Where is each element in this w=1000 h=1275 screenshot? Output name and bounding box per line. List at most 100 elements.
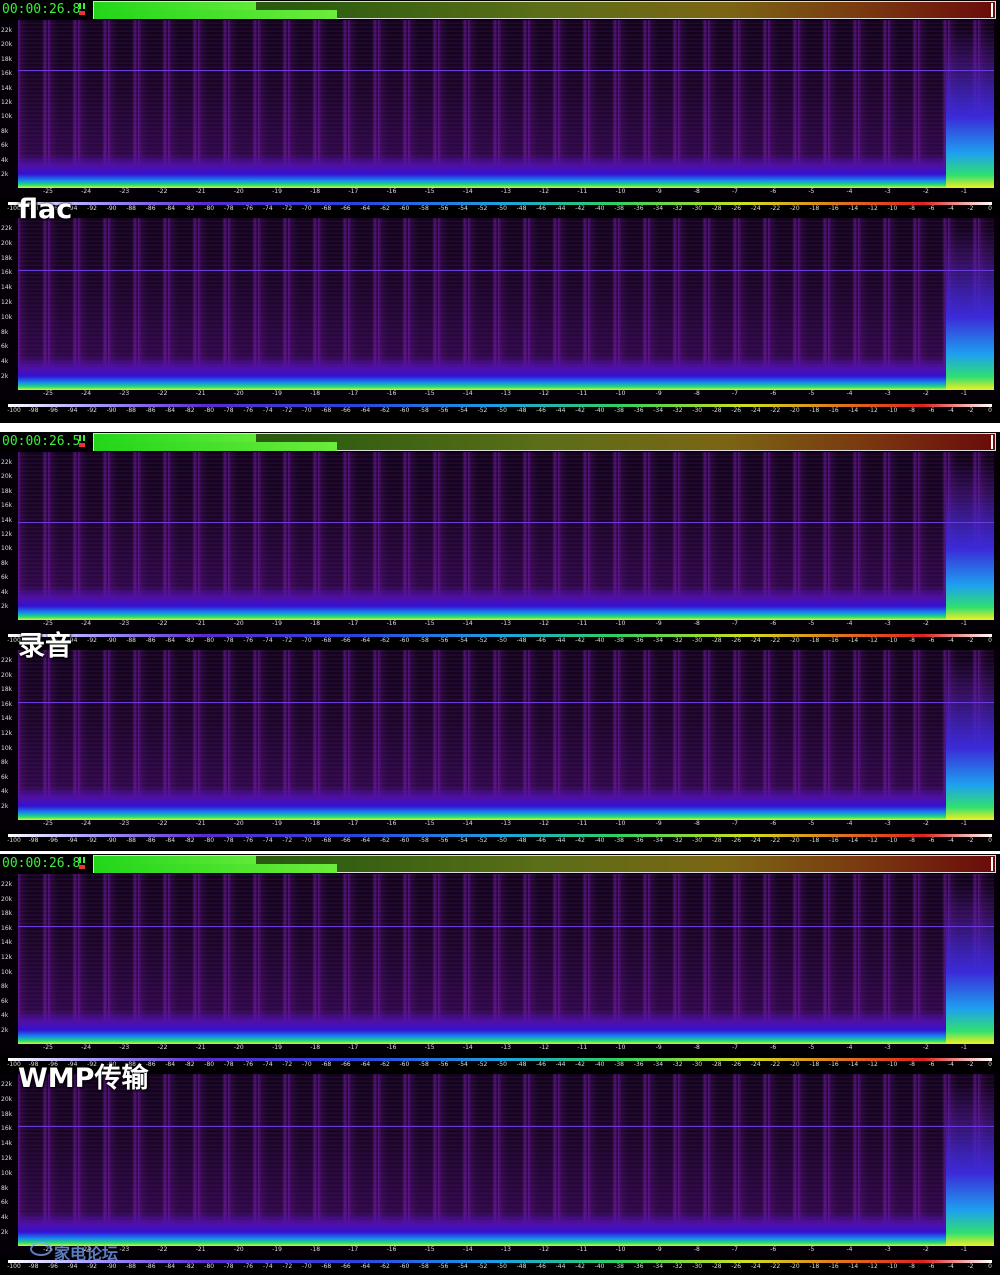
spectrogram-area[interactable] [18, 650, 994, 820]
db-scale: -100 -98 -96 -94 -92 -90 -88 -86 -84 -82 -80 -78 -76… [0, 832, 1000, 846]
db-tick-label: -66 [340, 637, 351, 644]
db-tick-label: -76 [243, 1263, 254, 1270]
time-tick-label: -18 [310, 820, 321, 827]
spectrogram-left[interactable]: 22k 20k 18k 16k 14k 12k 10k 8k 6k 4k 2k -25 -24 -23-… [0, 452, 1000, 630]
spectrogram-area[interactable] [18, 20, 994, 188]
spectrogram-area[interactable] [18, 452, 994, 620]
db-tick-label: -52 [477, 837, 488, 844]
frequency-tick-label: 2k [1, 803, 9, 810]
db-tick-label: -10 [887, 837, 898, 844]
db-tick-label: -12 [867, 1061, 878, 1068]
db-tick-label: -30 [692, 1263, 703, 1270]
db-tick-label: -10 [887, 205, 898, 212]
db-tick-label: -86 [145, 205, 156, 212]
spectrogram-area[interactable] [18, 218, 994, 390]
db-tick-label: -74 [262, 407, 273, 414]
db-tick-label: 0 [988, 1061, 992, 1068]
db-tick-label: -88 [126, 637, 137, 644]
db-tick-label: -16 [828, 407, 839, 414]
db-tick-label: -36 [633, 1061, 644, 1068]
time-tick-label: -10 [615, 390, 626, 397]
db-tick-label: -60 [399, 637, 410, 644]
time-tick-label: -24 [81, 620, 92, 627]
db-tick-label: -68 [321, 637, 332, 644]
db-tick-label: -2 [967, 837, 974, 844]
db-tick-label: -22 [770, 837, 781, 844]
spectrogram-right[interactable]: 22k 20k 18k 16k 14k 12k 10k 8k 6k 4k 2k -25 -24 -23-… [0, 218, 1000, 400]
time-tick-label: -8 [693, 390, 700, 397]
db-tick-label: -20 [789, 407, 800, 414]
db-tick-label: 0 [988, 205, 992, 212]
spectrogram-right[interactable]: 22k 20k 18k 16k 14k 12k 10k 8k 6k 4k 2k -25 -24 -23-… [0, 650, 1000, 830]
analyzer-group-2: 00:00:26.5 22k 20k 18k 16k 14k 12k 10k 8k 6k 4k 2k… [0, 432, 1000, 851]
db-tick-label: -62 [379, 1061, 390, 1068]
db-tick-label: -24 [750, 205, 761, 212]
db-tick-label: -82 [184, 1263, 195, 1270]
caption-label: WMP传输 [18, 1063, 149, 1094]
db-tick-label: -54 [458, 1263, 468, 1270]
db-tick-label: -42 [575, 1263, 585, 1270]
db-tick-label: -84 [165, 205, 176, 212]
db-tick-label: -74 [262, 837, 273, 844]
db-tick-label: -40 [594, 205, 605, 212]
db-tick-label: -54 [458, 205, 468, 212]
db-tick-label: -26 [731, 205, 742, 212]
meter-peak [94, 2, 257, 10]
db-tick-label: -38 [614, 637, 625, 644]
db-tick-label: -10 [887, 1263, 898, 1270]
frequency-tick-label: 4k [1, 1214, 9, 1222]
cutoff-line [18, 522, 994, 523]
db-tick-label: 0 [988, 637, 992, 644]
db-tick-label: -64 [360, 837, 371, 844]
spectrogram-left[interactable]: 22k 20k 18k 16k 14k 12k 10k 8k 6k 4k 2k -25 -24 -23-… [0, 20, 1000, 198]
db-tick-label: -40 [594, 837, 605, 844]
spectrogram-burst [946, 462, 994, 620]
db-tick-label: -52 [477, 407, 488, 414]
time-tick-label: -20 [233, 1044, 244, 1051]
time-tick-label: -9 [655, 1246, 662, 1253]
pause-icon[interactable] [79, 857, 87, 869]
time-display: 00:00:26.8 [0, 854, 88, 874]
db-tick-label: -66 [340, 1061, 351, 1068]
spectrogram-area[interactable] [18, 874, 994, 1044]
db-tick-label: -82 [184, 407, 195, 414]
time-tick-label: -21 [195, 820, 206, 827]
db-tick-label: -32 [672, 1263, 683, 1270]
time-tick-label: -14 [462, 820, 473, 827]
db-tick-label: -34 [653, 637, 664, 644]
time-tick-label: -5 [808, 820, 815, 827]
time-tick-label: -21 [195, 390, 206, 397]
time-tick-label: -22 [157, 620, 168, 627]
spectrogram-left[interactable]: 22k 20k 18k 16k 14k 12k 10k 8k 6k 4k 2k -25 -24 -23-… [0, 874, 1000, 1054]
db-tick-label: -16 [828, 1061, 839, 1068]
db-tick-label: -16 [828, 1263, 839, 1270]
db-tick-label: -58 [419, 1061, 429, 1068]
spectrogram-area[interactable] [18, 1074, 994, 1246]
db-tick-label: -66 [340, 407, 351, 414]
db-tick-label: -44 [555, 1263, 566, 1270]
db-tick-label: -98 [28, 407, 39, 414]
spectrogram-right[interactable]: 22k 20k 18k 16k 14k 12k 10k 8k 6k 4k 2k -25 -24 -23-… [0, 1074, 1000, 1256]
db-tick-label: -4 [947, 837, 954, 844]
frequency-tick-label: 14k [1, 84, 13, 92]
pause-icon[interactable] [79, 435, 87, 447]
time-tick-label: -17 [348, 188, 359, 195]
frequency-tick-label: 16k [1, 1125, 13, 1133]
time-tick-label: -15 [424, 188, 435, 195]
pause-icon[interactable] [79, 3, 87, 15]
db-tick-label: -94 [67, 407, 78, 414]
db-tick-label: -48 [516, 205, 527, 212]
time-axis: -25 -24 -23 -22 -21 -20 -19 -18 -17 -16 -15 -14 -13 -… [18, 820, 994, 830]
spectrogram-burst [946, 30, 994, 188]
time-tick-label: -5 [808, 188, 815, 195]
db-tick-label: -20 [789, 637, 800, 644]
time-tick-label: -2 [922, 620, 929, 627]
db-tick-label: -14 [848, 205, 859, 212]
time-tick-label: -4 [846, 820, 853, 827]
db-tick-label: -58 [419, 407, 429, 414]
frequency-tick-label: 18k [1, 910, 13, 918]
frequency-tick-label: 4k [1, 358, 9, 366]
db-tick-label: -18 [809, 837, 820, 844]
time-tick-label: -23 [119, 1044, 130, 1051]
db-tick-label: -44 [555, 1061, 566, 1068]
